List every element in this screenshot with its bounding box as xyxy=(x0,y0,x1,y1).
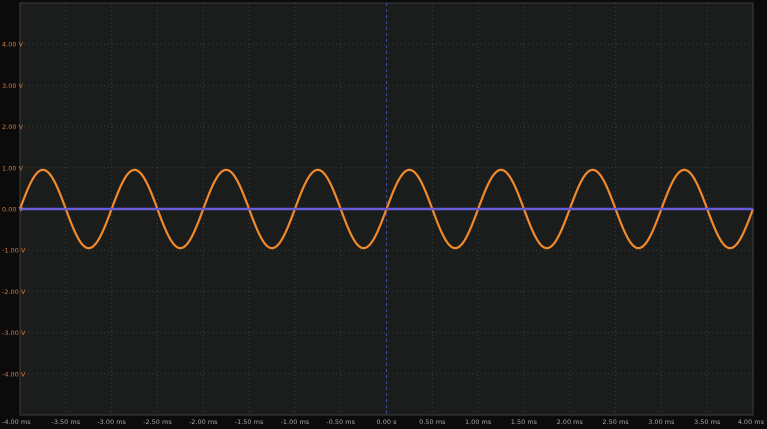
x-tick-label: 2.00 ms xyxy=(557,418,584,426)
x-tick-label: -3.50 ms xyxy=(52,418,81,426)
x-tick-label: -2.50 ms xyxy=(143,418,172,426)
x-tick-label: -2.00 ms xyxy=(189,418,218,426)
y-tick-label: -2.00 V xyxy=(2,288,26,296)
y-tick-label: 3.00 V xyxy=(2,82,24,90)
y-tick-label: -1.00 V xyxy=(2,247,26,255)
y-tick-label: 0.00 V xyxy=(2,206,24,214)
x-tick-label: 0.50 ms xyxy=(419,418,446,426)
y-tick-label: 4.00 V xyxy=(2,41,24,49)
y-tick-label: -4.00 V xyxy=(2,370,26,378)
x-tick-label: 3.00 ms xyxy=(648,418,675,426)
x-tick-label: -0.50 ms xyxy=(326,418,355,426)
y-tick-label: -3.00 V xyxy=(2,329,26,337)
x-tick-label: 2.50 ms xyxy=(602,418,629,426)
x-tick-label: -4.00 ms xyxy=(2,418,31,426)
x-tick-label: 1.50 ms xyxy=(511,418,538,426)
x-tick-label: 4.00 ms xyxy=(738,418,765,426)
x-tick-label: 0.00 s xyxy=(377,418,398,426)
x-tick-label: 1.00 ms xyxy=(465,418,492,426)
x-axis-labels: -4.00 ms -3.50 ms -3.00 ms -2.50 ms -2.00 ms… xyxy=(2,418,765,426)
x-tick-label: 3.50 ms xyxy=(694,418,721,426)
x-tick-label: -3.00 ms xyxy=(97,418,126,426)
x-tick-label: -1.50 ms xyxy=(235,418,264,426)
y-tick-label: 2.00 V xyxy=(2,123,24,131)
x-tick-label: -1.00 ms xyxy=(281,418,310,426)
y-tick-label: 1.00 V xyxy=(2,164,24,172)
oscilloscope-display: 4.00 V 3.00 V 2.00 V 1.00 V 0.00 V -1.00 V -2.… xyxy=(2,2,765,426)
